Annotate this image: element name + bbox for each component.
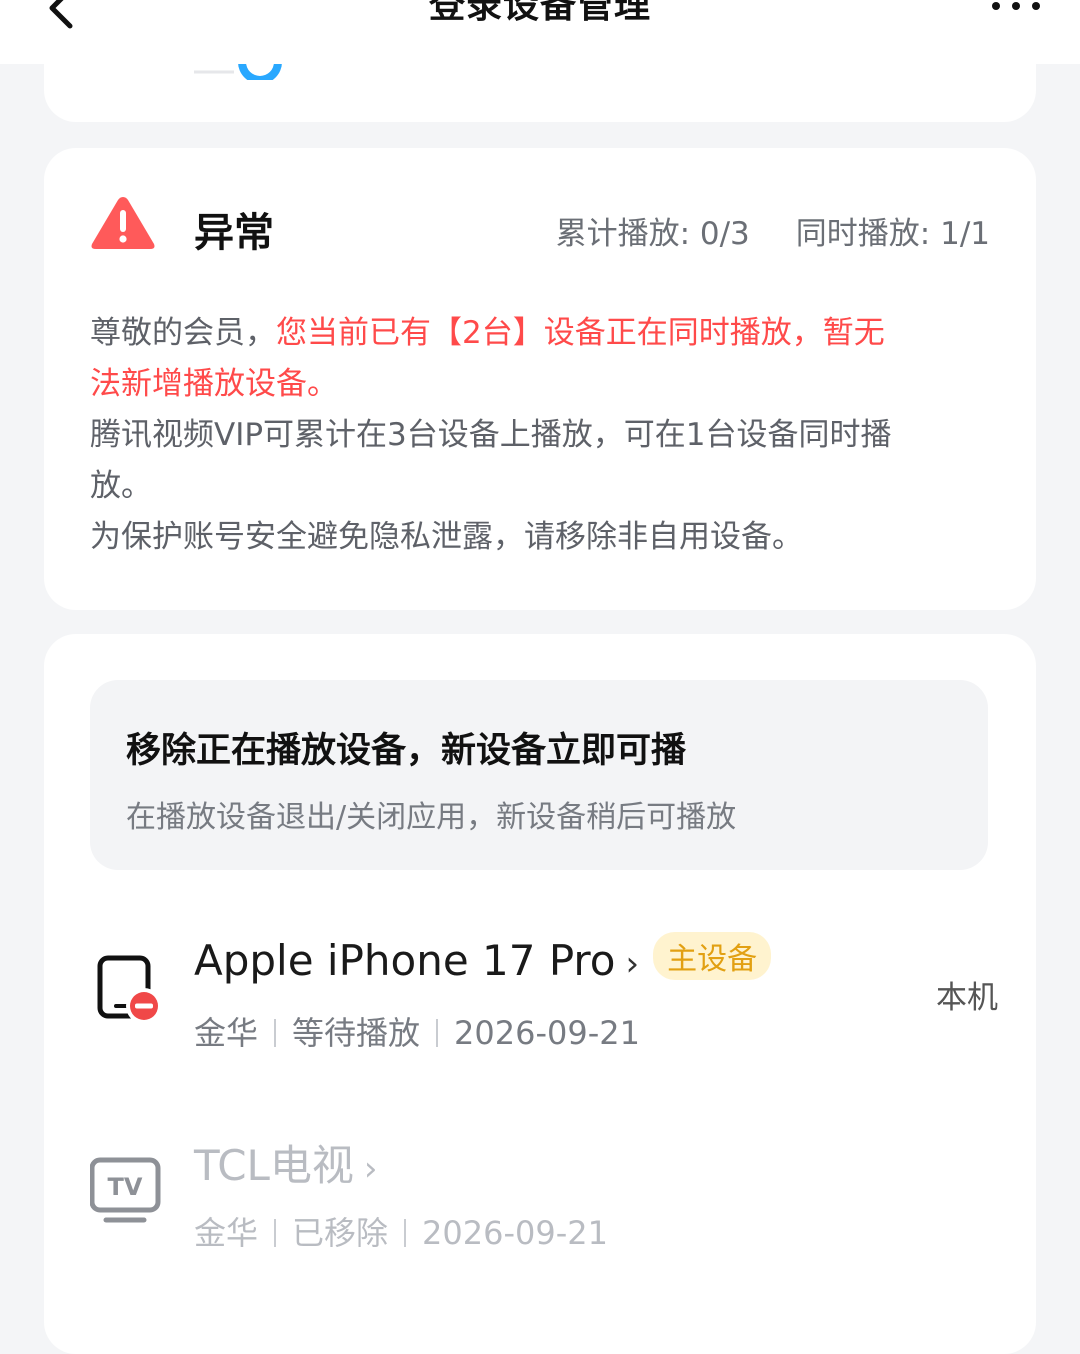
- page-title: 登录设备管理: [428, 0, 651, 26]
- device-name[interactable]: TCL电视: [194, 1141, 354, 1190]
- device-meta: 金华 等待播放 2026-09-21: [194, 1008, 640, 1054]
- total-play-count: 累计播放: 0/3: [555, 216, 750, 252]
- meta-divider: [436, 1019, 439, 1047]
- meta-divider: [404, 1219, 407, 1247]
- info-text-line1: 腾讯视频VIP可累计在3台设备上播放，可在1台设备同时播: [90, 417, 892, 453]
- device-location: 金华: [194, 1014, 259, 1052]
- remove-tip-box: 移除正在播放设备，新设备立即可播 在播放设备退出/关闭应用，新设备稍后可播放: [90, 680, 988, 870]
- device-item[interactable]: Apple iPhone 17 Pro › 主设备 金华 等待播放 2026-09-21…: [44, 924, 1036, 1064]
- top-bar: 登录设备管理: [0, 0, 1080, 64]
- device-status: 已移除: [292, 1214, 389, 1252]
- device-name-row[interactable]: Apple iPhone 17 Pro › 主设备: [194, 932, 772, 985]
- more-options-icon[interactable]: [988, 0, 1044, 16]
- chevron-right-icon[interactable]: ›: [625, 944, 639, 984]
- chevron-right-icon[interactable]: ›: [364, 1149, 378, 1189]
- primary-device-badge: 主设备: [653, 932, 772, 980]
- tip-subtitle: 在播放设备退出/关闭应用，新设备稍后可播放: [126, 800, 737, 835]
- info-text-line3: 为保护账号安全避免隐私泄露，请移除非自用设备。: [90, 519, 803, 555]
- warning-triangle-icon: [91, 197, 155, 249]
- device-item[interactable]: TV TCL电视 › 金华 已移除 2026-09-21: [44, 1124, 1036, 1264]
- device-meta: 金华 已移除 2026-09-21: [194, 1208, 608, 1254]
- concurrent-play-count: 同时播放: 1/1: [795, 216, 990, 252]
- device-date: 2026-09-21: [454, 1014, 640, 1052]
- meta-divider: [274, 1019, 277, 1047]
- device-name[interactable]: Apple iPhone 17 Pro: [194, 936, 615, 985]
- device-list-card: 移除正在播放设备，新设备立即可播 在播放设备退出/关闭应用，新设备稍后可播放 A…: [44, 634, 1036, 1354]
- device-name-row[interactable]: TCL电视 ›: [194, 1132, 378, 1193]
- meta-divider: [274, 1219, 277, 1247]
- warning-title: 异常: [194, 210, 274, 256]
- tip-title: 移除正在播放设备，新设备立即可播: [126, 731, 687, 771]
- alert-text-line2: 法新增播放设备。: [90, 366, 338, 402]
- play-stats: 累计播放: 0/3 同时播放: 1/1: [556, 208, 990, 253]
- info-text-line2: 放。: [90, 468, 152, 504]
- tv-icon: TV: [90, 1157, 161, 1223]
- alert-text-line1: 您当前已有【2台】设备正在同时播放，暂无: [276, 315, 885, 351]
- device-location: 金华: [194, 1214, 259, 1252]
- device-date: 2026-09-21: [422, 1214, 608, 1252]
- this-device-label: 本机: [936, 980, 998, 1016]
- device-status: 等待播放: [292, 1014, 421, 1052]
- warning-message: 尊敬的会员，您当前已有【2台】设备正在同时播放，暂无 法新增播放设备。 腾讯视频…: [90, 308, 996, 563]
- tablet-remove-icon[interactable]: [90, 950, 170, 1030]
- greeting-text: 尊敬的会员，: [90, 315, 276, 351]
- abnormal-warning-card: 异常 累计播放: 0/3 同时播放: 1/1 尊敬的会员，您当前已有【2台】设备正…: [44, 148, 1036, 610]
- tv-icon-label: TV: [108, 1173, 143, 1201]
